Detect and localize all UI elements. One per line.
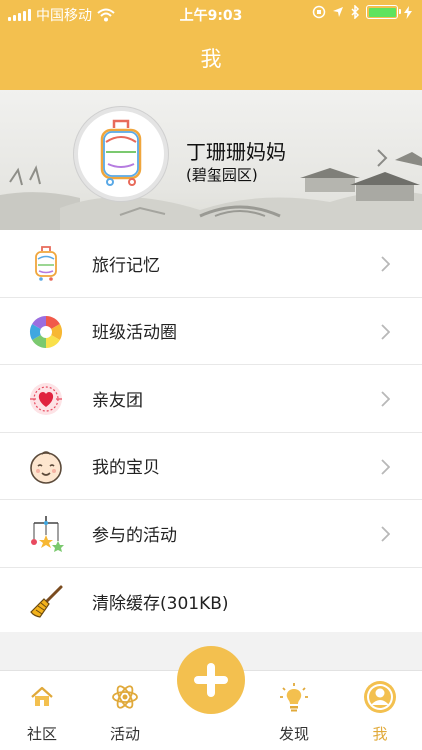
chevron-right-icon bbox=[381, 458, 390, 475]
menu-item-label: 参与的活动 bbox=[92, 525, 177, 546]
aperture-icon bbox=[27, 313, 65, 351]
heart-stamp-icon bbox=[27, 380, 65, 418]
menu-item-friends-family[interactable]: 亲友团 bbox=[0, 365, 422, 433]
menu-list: 旅行记忆 班级活动圈 亲友团 我的宝贝 参与的活动 清除缓存(301KB) bbox=[0, 230, 422, 635]
menu-item-my-baby[interactable]: 我的宝贝 bbox=[0, 433, 422, 500]
plus-icon bbox=[194, 663, 228, 697]
user-icon bbox=[364, 681, 396, 713]
menu-item-joined-activities[interactable]: 参与的活动 bbox=[0, 500, 422, 568]
tab-label: 发现 bbox=[278, 725, 309, 743]
bluetooth-icon bbox=[351, 5, 360, 19]
suitcase-icon bbox=[100, 119, 142, 186]
avatar[interactable] bbox=[74, 107, 168, 201]
chevron-right-icon bbox=[377, 149, 388, 167]
suitcase-icon bbox=[27, 245, 65, 283]
chevron-right-icon bbox=[381, 256, 390, 272]
menu-item-label: 旅行记忆 bbox=[92, 255, 160, 276]
orientation-lock-icon bbox=[312, 5, 326, 19]
charging-icon bbox=[404, 5, 412, 19]
menu-item-clear-cache[interactable]: 清除缓存(301KB) bbox=[0, 568, 422, 636]
tab-label: 社区 bbox=[26, 725, 57, 743]
status-right bbox=[312, 5, 412, 19]
location-icon bbox=[333, 7, 343, 17]
menu-item-travel-memory[interactable]: 旅行记忆 bbox=[0, 230, 422, 298]
profile-name: 丁珊珊妈妈 bbox=[186, 140, 286, 164]
status-bar: 中国移动 上午9:03 bbox=[0, 0, 422, 28]
profile-card[interactable]: 丁珊珊妈妈 (碧玺园区) bbox=[0, 90, 422, 230]
menu-item-label: 班级活动圈 bbox=[92, 323, 177, 344]
lightbulb-icon bbox=[280, 683, 308, 712]
baby-mobile-icon bbox=[27, 515, 65, 553]
tab-activities[interactable]: 活动 bbox=[90, 677, 160, 744]
tab-label: 活动 bbox=[109, 725, 140, 743]
tab-me[interactable]: 我 bbox=[345, 677, 415, 744]
menu-item-label: 清除缓存(301KB) bbox=[92, 593, 229, 614]
menu-item-label: 亲友团 bbox=[92, 390, 143, 411]
tab-label: 我 bbox=[372, 725, 388, 743]
house-icon bbox=[31, 686, 53, 706]
menu-item-label: 我的宝贝 bbox=[92, 458, 160, 479]
chevron-right-icon bbox=[381, 526, 390, 542]
baby-face-icon bbox=[27, 448, 65, 486]
atom-icon bbox=[112, 685, 138, 709]
chevron-right-icon bbox=[381, 323, 390, 340]
page-title: 我 bbox=[0, 28, 422, 90]
tab-community[interactable]: 社区 bbox=[7, 677, 77, 744]
chevron-right-icon bbox=[381, 391, 390, 407]
add-button[interactable] bbox=[177, 646, 245, 714]
tab-discover[interactable]: 发现 bbox=[259, 677, 329, 744]
battery-icon bbox=[366, 5, 401, 19]
profile-area: (碧玺园区) bbox=[186, 166, 258, 184]
broom-icon bbox=[27, 583, 65, 621]
menu-item-class-activities[interactable]: 班级活动圈 bbox=[0, 298, 422, 365]
